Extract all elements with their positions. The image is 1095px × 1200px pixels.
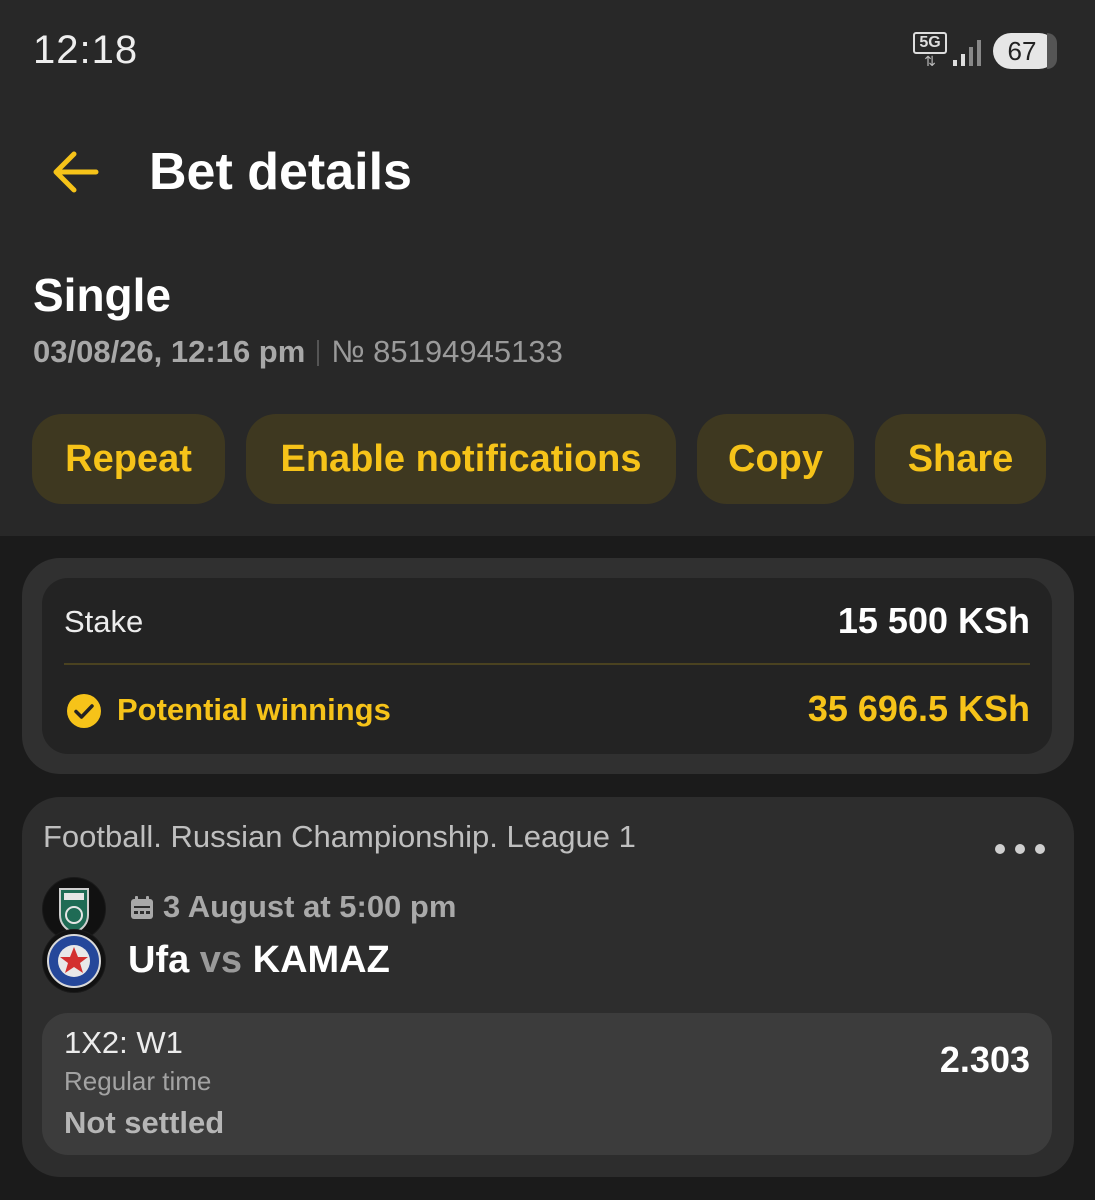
arrow-left-icon[interactable]	[46, 140, 110, 204]
battery-indicator: 67	[993, 33, 1057, 69]
signal-icon	[953, 40, 981, 66]
network-5g-icon: 5G ⇅	[913, 32, 947, 72]
odds-value: 2.303	[939, 1039, 1030, 1080]
status-bar: 12:18 5G ⇅ 67	[0, 0, 1095, 100]
stake-label: Stake	[64, 604, 144, 639]
potential-winnings-value: 35 696.5 KSh	[807, 688, 1030, 729]
away-team: KAMAZ	[252, 939, 390, 981]
vs-label: vs	[199, 939, 243, 981]
divider	[317, 340, 320, 366]
potential-winnings-label: Potential winnings	[117, 692, 391, 727]
bet-datetime: 03/08/26, 12:16 pm	[33, 334, 306, 369]
league-name: Football. Russian Championship. League 1	[43, 819, 636, 854]
more-horizontal-icon[interactable]	[992, 839, 1048, 859]
event-date-text: 3 August at 5:00 pm	[163, 889, 457, 924]
header-area: 12:18 5G ⇅ 67 Bet details Single 03/08/2…	[0, 0, 1095, 536]
bet-meta: 03/08/26, 12:16 pm № 85194945133	[33, 334, 563, 370]
settlement-status: Not settled	[64, 1105, 225, 1140]
stake-value: 15 500 KSh	[837, 600, 1030, 641]
event-card: Football. Russian Championship. League 1…	[22, 797, 1074, 1177]
kamaz-logo-icon	[42, 929, 106, 993]
status-time: 12:18	[33, 28, 139, 72]
calendar-icon	[131, 896, 153, 919]
page-title: Bet details	[149, 143, 412, 201]
period-label: Regular time	[64, 1066, 212, 1096]
home-team: Ufa	[128, 939, 190, 981]
selection-box: 1X2: W1 Regular time Not settled 2.303	[42, 1013, 1052, 1155]
match-teams: Ufa vs KAMAZ	[128, 939, 390, 982]
summary-divider	[64, 663, 1030, 665]
copy-button[interactable]: Copy	[697, 414, 854, 504]
enable-notifications-button[interactable]: Enable notifications	[246, 414, 676, 504]
bet-type: Single	[33, 269, 172, 321]
check-circle-icon	[67, 694, 101, 728]
stake-summary-card: Stake 15 500 KSh Potential winnings 35 6…	[22, 558, 1074, 774]
repeat-button[interactable]: Repeat	[32, 414, 225, 504]
event-datetime: 3 August at 5:00 pm	[129, 889, 456, 925]
bet-number: № 85194945133	[331, 334, 563, 369]
market-label: 1X2: W1	[64, 1025, 183, 1060]
stake-summary-inner: Stake 15 500 KSh Potential winnings 35 6…	[42, 578, 1052, 754]
share-button[interactable]: Share	[875, 414, 1046, 504]
